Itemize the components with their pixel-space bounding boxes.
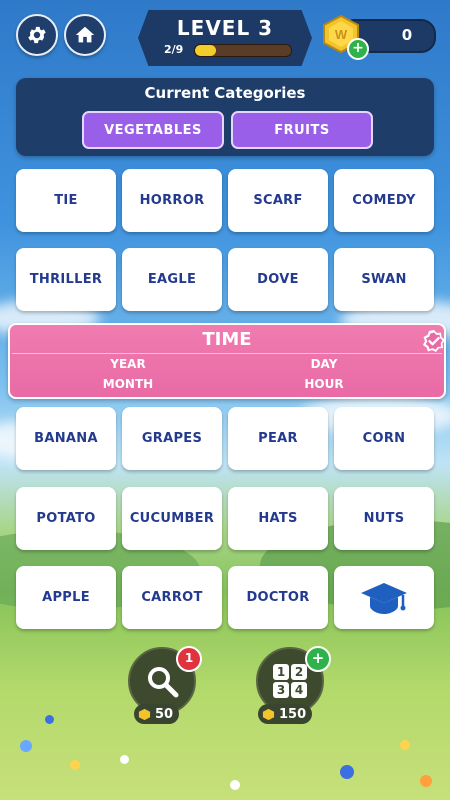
level-progress-bar — [194, 44, 292, 57]
add-coins-button[interactable]: + — [347, 38, 369, 60]
settings-button[interactable] — [16, 14, 58, 56]
coin-icon — [262, 708, 275, 720]
word-tile[interactable]: CARROT — [122, 566, 222, 629]
home-icon — [75, 26, 95, 43]
word-tile[interactable]: NUTS — [334, 487, 434, 550]
reveal-add-badge[interactable]: + — [305, 646, 331, 672]
word-tile[interactable]: SWAN — [334, 248, 434, 311]
coin-count: 0 — [401, 26, 413, 44]
hint-cost-value: 50 — [155, 706, 174, 722]
level-progress-fill — [195, 45, 217, 56]
solved-word: DAY — [310, 357, 338, 371]
graduation-cap-icon — [361, 582, 407, 614]
word-tile[interactable]: TIE — [16, 169, 116, 232]
hint-count-badge: 1 — [176, 646, 202, 672]
top-bar: LEVEL 3 2/9 0 W + — [0, 0, 450, 70]
word-tile[interactable]: COMEDY — [334, 169, 434, 232]
hint-cost: 50 — [134, 704, 180, 724]
word-tile[interactable]: APPLE — [16, 566, 116, 629]
reveal-cost: 150 — [258, 704, 313, 724]
word-tile[interactable]: SCARF — [228, 169, 328, 232]
number-grid-digit: 3 — [273, 682, 289, 698]
word-tile[interactable]: PEAR — [228, 407, 328, 470]
level-title: LEVEL 3 — [176, 16, 274, 40]
number-grid-digit: 1 — [273, 664, 289, 680]
coin-icon — [138, 708, 151, 720]
category-chip-vegetables: VEGETABLES — [82, 111, 224, 149]
solved-group-time: TIME YEAR DAY MONTH HOUR — [8, 323, 446, 399]
word-tile[interactable]: GRAPES — [122, 407, 222, 470]
number-grid-digit: 2 — [291, 664, 307, 680]
word-tile[interactable]: CUCUMBER — [122, 487, 222, 550]
solved-word: HOUR — [304, 377, 344, 391]
solved-group-divider — [12, 353, 442, 354]
solved-group-title: TIME — [202, 329, 252, 350]
word-tile[interactable]: POTATO — [16, 487, 116, 550]
level-progress-label: 2/9 — [164, 43, 184, 56]
solved-word: YEAR — [110, 357, 146, 371]
home-button[interactable] — [64, 14, 106, 56]
word-tile[interactable]: HORROR — [122, 169, 222, 232]
word-tile[interactable]: EAGLE — [122, 248, 222, 311]
word-tile[interactable]: BANANA — [16, 407, 116, 470]
word-tile[interactable]: CORN — [334, 407, 434, 470]
word-tile[interactable]: THRILLER — [16, 248, 116, 311]
word-tile[interactable]: DOVE — [228, 248, 328, 311]
word-tile[interactable]: HATS — [228, 487, 328, 550]
number-grid-icon: 1 2 3 4 — [273, 664, 307, 698]
check-badge-icon — [423, 330, 445, 352]
solved-word: MONTH — [102, 377, 154, 391]
magnifier-icon — [148, 667, 179, 698]
picture-tile[interactable] — [334, 566, 434, 629]
category-chip-fruits: FRUITS — [231, 111, 373, 149]
gear-icon — [28, 26, 46, 44]
current-categories-panel: Current Categories VEGETABLES FRUITS — [16, 78, 434, 156]
number-grid-digit: 4 — [291, 682, 307, 698]
word-tile[interactable]: DOCTOR — [228, 566, 328, 629]
level-panel: LEVEL 3 2/9 — [138, 10, 312, 66]
reveal-cost-value: 150 — [279, 706, 307, 722]
svg-text:W: W — [335, 27, 348, 42]
categories-title: Current Categories — [144, 84, 306, 102]
